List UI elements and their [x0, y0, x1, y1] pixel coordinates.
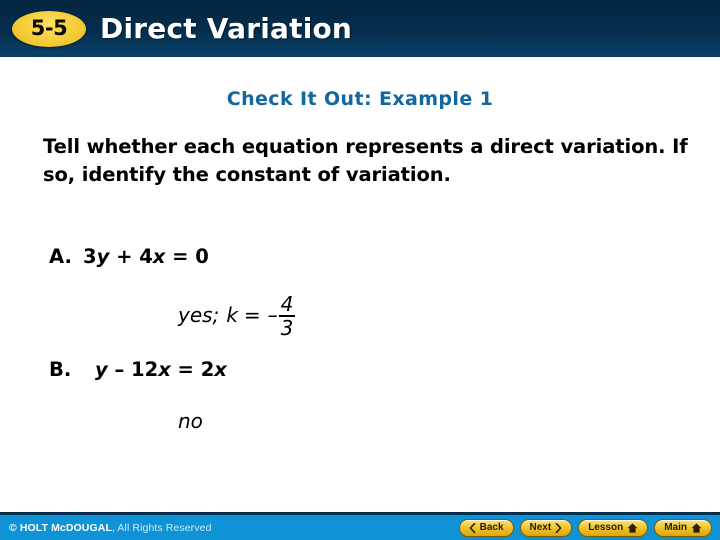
part-b-var-3: x: [214, 358, 227, 381]
back-button-label: Back: [479, 522, 504, 533]
problem-part-a: A. 3y + 4x = 0: [49, 245, 209, 268]
part-b-equals: =: [170, 358, 201, 381]
fraction-numerator: 4: [280, 292, 294, 316]
next-button-label: Next: [529, 522, 552, 533]
part-a-coef-2: 4: [139, 245, 153, 268]
lesson-button[interactable]: Lesson: [578, 518, 649, 537]
part-b-answer: no: [178, 409, 203, 433]
chevron-left-icon: [469, 522, 476, 533]
chevron-right-icon: [555, 522, 562, 533]
slide-content: Check It Out: Example 1 Tell whether eac…: [0, 57, 720, 512]
part-a-equals: =: [165, 245, 196, 268]
navigation-buttons: Back Next Lesson Main: [458, 518, 712, 537]
part-b-operator: –: [107, 358, 132, 381]
main-button-label: Main: [664, 522, 687, 533]
home-icon: [691, 522, 702, 533]
part-b-letter: B.: [49, 358, 72, 381]
copyright-brand: © HOLT McDOUGAL: [9, 521, 112, 534]
part-a-var-2: x: [152, 245, 166, 268]
lesson-number-label: 5-5: [30, 16, 68, 40]
part-a-var-1: y: [96, 245, 110, 268]
copyright-notice: © HOLT McDOUGAL, All Rights Reserved: [9, 522, 212, 534]
part-a-equation: 3y + 4x = 0: [83, 245, 209, 268]
slide-footer: © HOLT McDOUGAL, All Rights Reserved Bac…: [0, 512, 720, 540]
part-a-answer-equals: =: [243, 303, 261, 327]
part-b-coef-3: 2: [200, 358, 215, 381]
part-a-answer: yes; k = – 4 3: [178, 292, 296, 340]
next-button[interactable]: Next: [519, 518, 573, 537]
part-b-coef-2: 12: [131, 358, 159, 381]
part-a-answer-label: yes;: [178, 303, 220, 327]
main-button[interactable]: Main: [654, 518, 712, 537]
part-a-rhs: 0: [195, 245, 209, 268]
part-a-letter: A.: [49, 245, 72, 268]
copyright-rights: , All Rights Reserved: [111, 521, 212, 534]
lesson-number-badge: 5-5: [12, 10, 86, 47]
part-a-answer-k: k: [226, 303, 238, 327]
part-b-equation: y – 12x = 2x: [95, 358, 227, 381]
problem-part-b: B. y – 12x = 2x: [49, 358, 227, 381]
lesson-button-label: Lesson: [588, 522, 624, 533]
part-b-var-1: y: [95, 358, 108, 381]
slide-header: 5-5 Direct Variation: [0, 0, 720, 57]
example-heading: Check It Out: Example 1: [226, 88, 494, 110]
part-a-answer-sign: –: [267, 303, 278, 327]
part-a-answer-fraction: 4 3: [278, 292, 296, 340]
part-a-operator: +: [109, 245, 140, 268]
back-button[interactable]: Back: [458, 518, 514, 537]
part-b-var-2: x: [158, 358, 171, 381]
home-icon: [627, 522, 638, 533]
fraction-denominator: 3: [280, 316, 294, 340]
problem-prompt: Tell whether each equation represents a …: [43, 135, 688, 186]
part-a-coef-1: 3: [83, 245, 97, 268]
page-title: Direct Variation: [100, 12, 353, 45]
